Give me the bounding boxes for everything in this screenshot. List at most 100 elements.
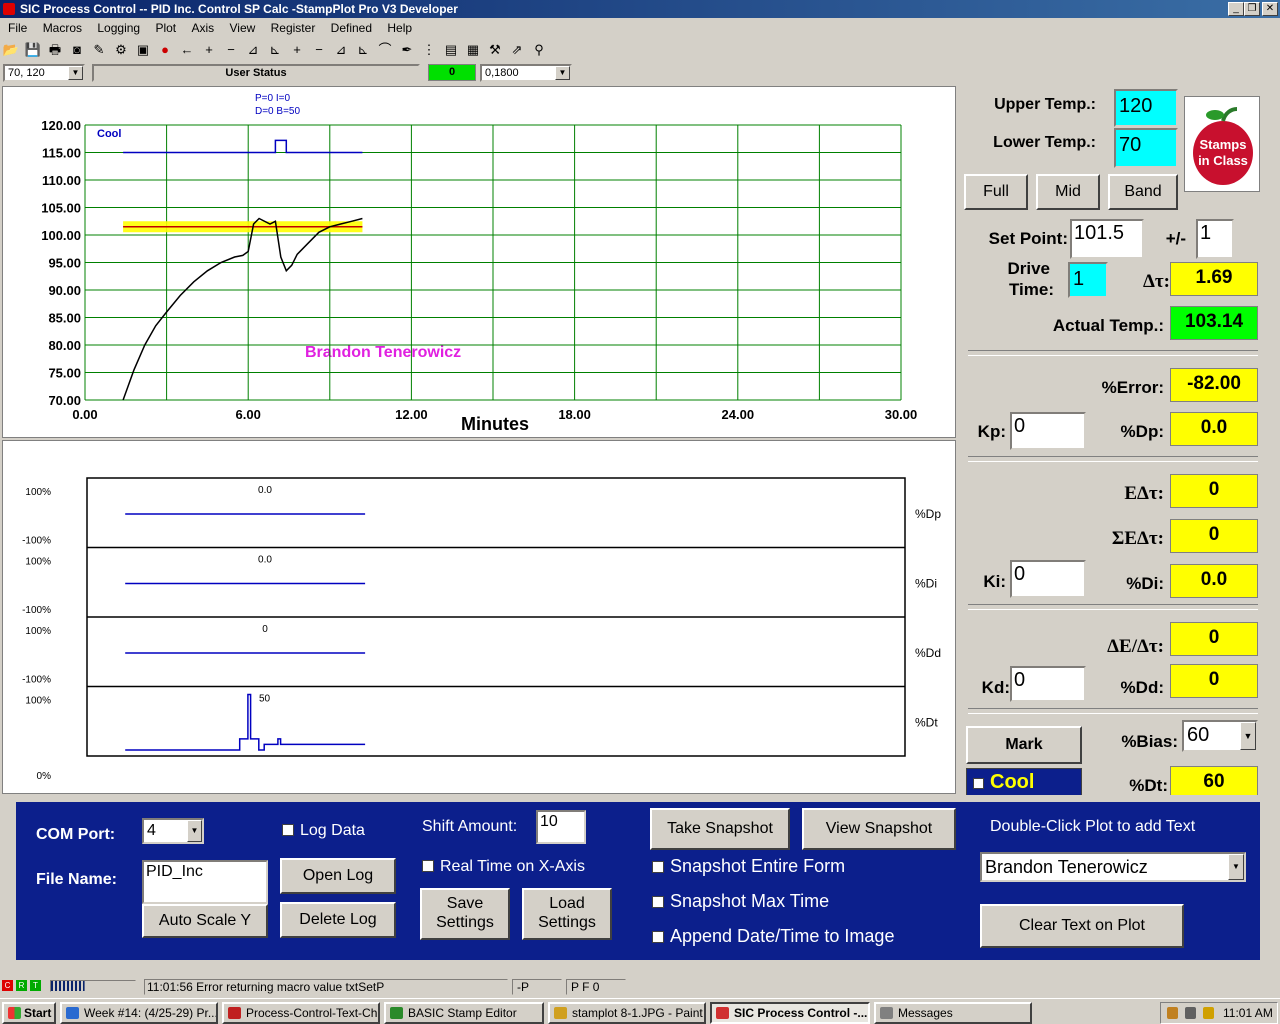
chevron-down-icon[interactable]: ▼ (1240, 722, 1256, 750)
volume-icon[interactable] (1185, 1007, 1196, 1019)
menu-file[interactable]: File (8, 21, 27, 35)
zoom-out-x-icon[interactable]: − (220, 39, 242, 61)
menu-register[interactable]: Register (271, 21, 316, 35)
xy-combo[interactable]: 70, 120 ▼ (3, 64, 85, 82)
take-snapshot-button[interactable]: Take Snapshot (650, 808, 790, 850)
sub-plot-panel[interactable]: 100% -100% 0.0 %Dp 100% -100% 0.0 %Di 100% -100% 0… (2, 440, 956, 794)
task-stamp-editor[interactable]: BASIC Stamp Editor (384, 1002, 544, 1024)
file-name-field[interactable]: PID_Inc (142, 860, 268, 904)
band-button[interactable]: Band (1108, 174, 1178, 210)
tools-icon[interactable]: ✎ (88, 39, 110, 61)
taskbar: Start Week #14: (4/25-29) Pr... Process-… (0, 998, 1280, 1024)
ki-field[interactable]: 0 (1010, 560, 1086, 598)
view-snapshot-button[interactable]: View Snapshot (802, 808, 956, 850)
save-settings-button[interactable]: Save Settings (420, 888, 510, 940)
shift-y-icon[interactable]: ⊾ (352, 39, 374, 61)
restore-button[interactable]: ❐ (1244, 2, 1260, 16)
task-paint[interactable]: stamplot 8-1.JPG - Paint (548, 1002, 706, 1024)
chevron-down-icon[interactable]: ▼ (1228, 854, 1244, 880)
grid-icon[interactable]: ⋮ (418, 39, 440, 61)
com-port-combo[interactable]: 4 ▼ (142, 818, 204, 844)
fit-y-icon[interactable]: ⊿ (330, 39, 352, 61)
open-icon[interactable]: 📂 (0, 39, 22, 61)
task-sic-process-control[interactable]: SIC Process Control -... (710, 1002, 870, 1024)
plot-text-combo[interactable]: Brandon Tenerowicz ▼ (980, 852, 1246, 882)
cool-checkbox[interactable] (973, 778, 984, 789)
kd-field[interactable]: 0 (1010, 666, 1086, 702)
log-data-option[interactable]: Log Data (282, 822, 365, 840)
shift-x-icon[interactable]: ⊾ (264, 39, 286, 61)
network-icon[interactable] (1203, 1007, 1214, 1019)
search-icon[interactable]: ⚲ (528, 39, 550, 61)
menu-axis[interactable]: Axis (191, 21, 214, 35)
subplot-ymax-label: 100% (25, 557, 51, 568)
main-plot-panel[interactable]: P=0 I=0 D=0 B=50 Cool Brandon Tenerowicz… (2, 86, 956, 438)
save-icon[interactable]: 💾 (22, 39, 44, 61)
bias-combo[interactable]: 60 ▼ (1182, 720, 1258, 752)
delete-log-button[interactable]: Delete Log (280, 902, 396, 938)
cool-toggle[interactable]: Cool (966, 768, 1082, 796)
monitor-icon[interactable]: ▣ (132, 39, 154, 61)
shift-amount-field[interactable]: 10 (536, 810, 586, 844)
load-settings-line-1: Load (549, 895, 585, 912)
menu-macros[interactable]: Macros (43, 21, 82, 35)
real-time-option[interactable]: Real Time on X-Axis (422, 858, 585, 876)
chevron-down-icon[interactable]: ▼ (68, 66, 83, 80)
start-button[interactable]: Start (2, 1002, 56, 1024)
task-pdf[interactable]: Process-Control-Text-Ch... (222, 1002, 380, 1024)
snapshot-entire-form-checkbox[interactable] (652, 861, 664, 873)
mid-button[interactable]: Mid (1036, 174, 1100, 210)
pen-icon[interactable]: ✒ (396, 39, 418, 61)
menu-help[interactable]: Help (387, 21, 412, 35)
set-point-field[interactable]: 101.5 (1070, 219, 1144, 259)
time-combo[interactable]: 0,1800 ▼ (480, 64, 572, 82)
append-date-option[interactable]: Append Date/Time to Image (652, 926, 894, 947)
chart-icon[interactable]: ⇗ (506, 39, 528, 61)
auto-scale-y-button[interactable]: Auto Scale Y (142, 904, 268, 938)
task-messages[interactable]: Messages (874, 1002, 1032, 1024)
snapshot-max-time-option[interactable]: Snapshot Max Time (652, 891, 829, 912)
zoom-in-y-icon[interactable]: + (286, 39, 308, 61)
task-browser[interactable]: Week #14: (4/25-29) Pr... (60, 1002, 218, 1024)
shield-icon[interactable] (1167, 1007, 1178, 1019)
chevron-down-icon[interactable]: ▼ (187, 820, 202, 842)
snapshot-entire-form-option[interactable]: Snapshot Entire Form (652, 856, 845, 877)
log-data-checkbox[interactable] (282, 824, 294, 836)
stop-icon[interactable]: ● (154, 39, 176, 61)
wand-icon[interactable]: ⚒ (484, 39, 506, 61)
zoom-out-y-icon[interactable]: − (308, 39, 330, 61)
mark-button[interactable]: Mark (966, 726, 1082, 764)
lower-temp-field[interactable]: 70 (1114, 128, 1178, 168)
settings-icon[interactable]: ⚙ (110, 39, 132, 61)
snapshot-max-time-checkbox[interactable] (652, 896, 664, 908)
menu-plot[interactable]: Plot (155, 21, 176, 35)
load-settings-button[interactable]: Load Settings (522, 888, 612, 940)
chevron-down-icon[interactable]: ▼ (555, 66, 570, 80)
upper-temp-field[interactable]: 120 (1114, 89, 1178, 127)
calculator-icon[interactable]: ▦ (462, 39, 484, 61)
plot-icon[interactable]: ⌒ (374, 39, 396, 61)
back-arrow-icon[interactable]: ← (176, 39, 198, 61)
highlight-icon[interactable]: ▤ (440, 39, 462, 61)
minimize-button[interactable]: _ (1228, 2, 1244, 16)
menu-defined[interactable]: Defined (331, 21, 372, 35)
close-button[interactable]: ✕ (1262, 2, 1278, 16)
plot-text-annotation[interactable]: Brandon Tenerowicz (305, 344, 461, 361)
sub-plot-svg[interactable]: 100% -100% 0.0 %Dp 100% -100% 0.0 %Di 100% -100% 0… (3, 441, 955, 793)
real-time-checkbox[interactable] (422, 860, 434, 872)
plus-minus-field[interactable]: 1 (1196, 219, 1234, 259)
menu-view[interactable]: View (229, 21, 255, 35)
full-button[interactable]: Full (964, 174, 1028, 210)
fit-x-icon[interactable]: ⊿ (242, 39, 264, 61)
camera-icon[interactable]: ◙ (66, 39, 88, 61)
open-log-button[interactable]: Open Log (280, 858, 396, 894)
clear-text-button[interactable]: Clear Text on Plot (980, 904, 1184, 948)
main-plot-svg[interactable]: P=0 I=0 D=0 B=50 Cool Brandon Tenerowicz… (3, 87, 955, 437)
menu-logging[interactable]: Logging (97, 21, 140, 35)
zoom-in-x-icon[interactable]: + (198, 39, 220, 61)
upper-temp-label: Upper Temp.: (994, 96, 1096, 113)
drive-time-field[interactable]: 1 (1068, 262, 1108, 298)
kp-field[interactable]: 0 (1010, 412, 1086, 450)
print-icon[interactable]: 🖶 (44, 39, 66, 61)
append-date-checkbox[interactable] (652, 931, 664, 943)
